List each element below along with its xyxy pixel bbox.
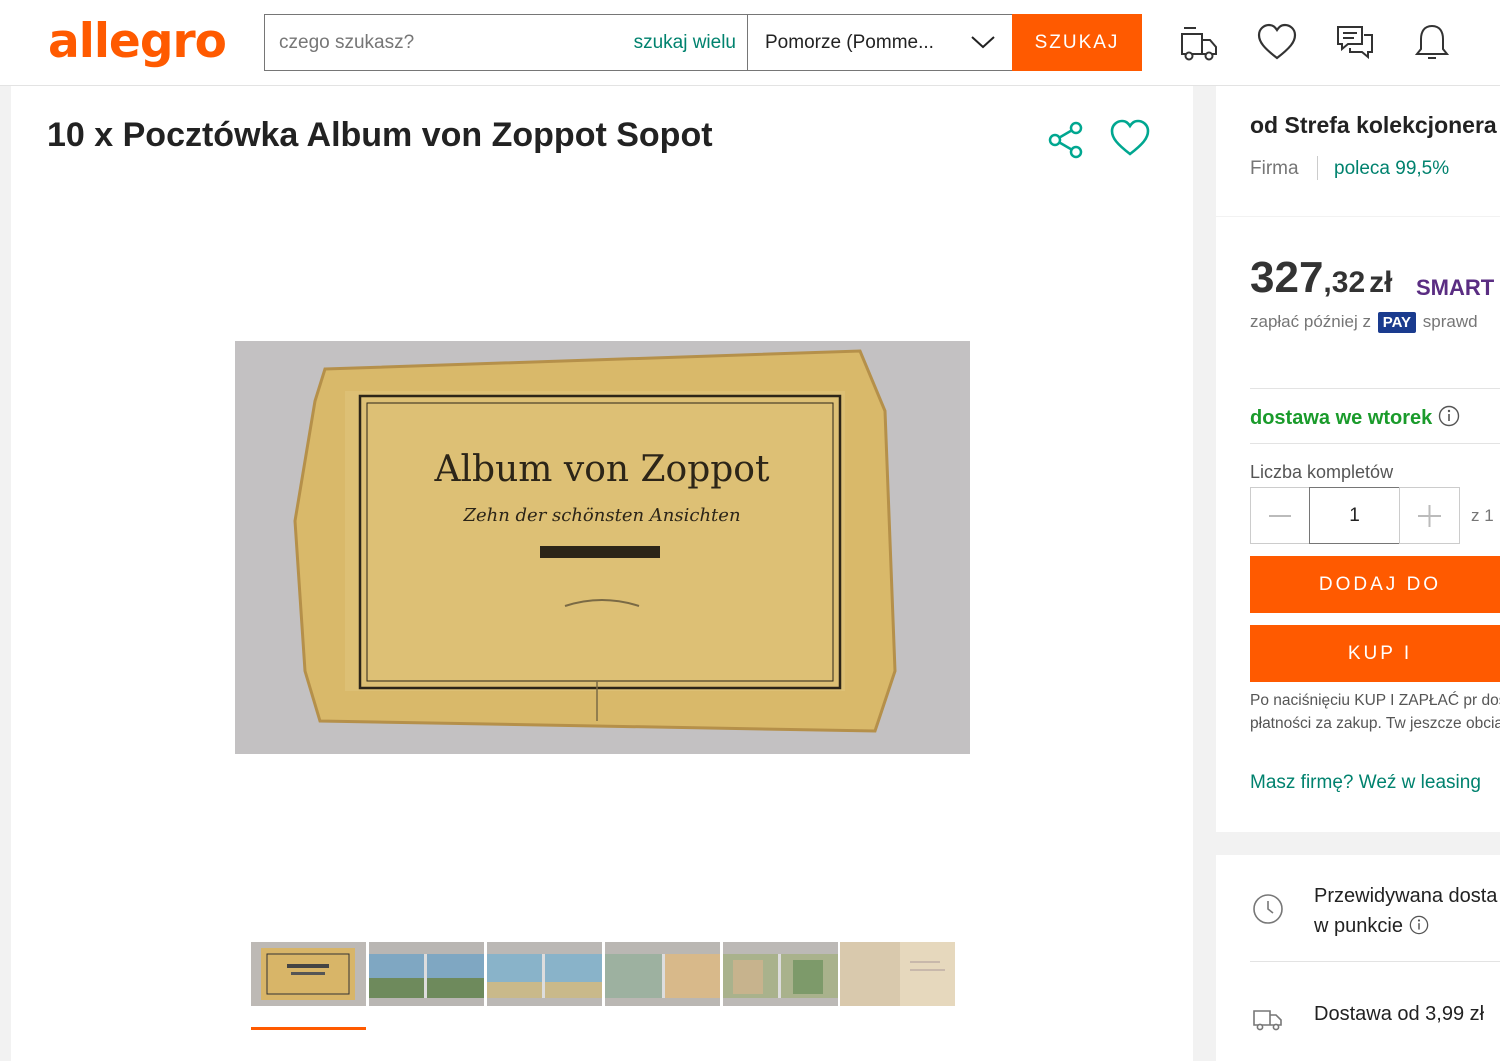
price-currency: zł	[1369, 266, 1393, 299]
seller-name[interactable]: od Strefa kolekcjonera	[1250, 112, 1497, 139]
image-title-text: Album von Zoppot	[434, 449, 770, 490]
region-select[interactable]: Pomorze (Pomme...	[747, 14, 1013, 71]
pay-later-info: zapłać później z PAY sprawd	[1250, 312, 1478, 333]
share-icon[interactable]	[1046, 120, 1086, 160]
image-subtitle-text: Zehn der schönsten Ansichten	[462, 505, 740, 526]
plus-icon	[1418, 505, 1441, 527]
pickup-line-2-text: w punkcie	[1314, 915, 1403, 937]
seller-type: Firma	[1250, 158, 1299, 179]
clock-icon	[1253, 894, 1283, 924]
product-title: 10 x Pocztówka Album von Zoppot Sopot	[47, 116, 713, 154]
heart-icon[interactable]	[1256, 22, 1298, 64]
price-decimal: ,32	[1323, 266, 1366, 299]
chat-icon[interactable]	[1334, 22, 1376, 64]
quantity-input[interactable]: 1	[1309, 487, 1400, 544]
thumbnail-3[interactable]	[487, 942, 602, 1006]
seller-separator	[1317, 156, 1318, 180]
chevron-down-icon	[971, 36, 995, 49]
search-input[interactable]: czego szukasz? szukaj wielu	[264, 14, 748, 71]
divider	[1250, 961, 1500, 962]
top-header: allegro czego szukasz? szukaj wielu Pomo…	[0, 0, 1500, 86]
pay-badge: PAY	[1377, 312, 1417, 333]
legal-notice: Po naciśnięciu KUP I ZAPŁAĆ pr dostawy i…	[1250, 692, 1500, 732]
allegro-logo[interactable]: allegro	[48, 14, 227, 69]
thumbnail-5[interactable]	[723, 942, 838, 1006]
smart-badge[interactable]: SMART	[1416, 275, 1494, 301]
divider	[1250, 443, 1500, 444]
search-many-link[interactable]: szukaj wielu	[634, 32, 736, 54]
thumbnail-2[interactable]	[369, 942, 484, 1006]
seller-card: od Strefa kolekcjonera Firma poleca 99,5…	[1216, 86, 1500, 216]
price-integer: 327	[1250, 253, 1324, 302]
quantity-available: z 1	[1471, 506, 1494, 525]
thumbnail-active-indicator	[251, 1027, 366, 1030]
search-button[interactable]: SZUKAJ	[1012, 14, 1142, 71]
info-icon[interactable]	[1438, 405, 1460, 427]
pickup-line-2: w punkcie	[1314, 911, 1497, 941]
thumbnail-6[interactable]	[840, 942, 955, 1006]
divider	[1250, 388, 1500, 389]
delivery-day-text: dostawa we wtorek	[1250, 407, 1433, 429]
postcard-album-photo: Album von Zoppot Zehn der schönsten Ansi…	[235, 341, 970, 754]
seller-rating-link[interactable]: poleca 99,5%	[1334, 158, 1449, 180]
quantity-increase-button[interactable]	[1399, 487, 1460, 544]
quantity-label: Liczba kompletów	[1250, 462, 1394, 482]
truck-icon	[1253, 1010, 1282, 1031]
pickup-delivery-info: Przewidywana dosta w punkcie	[1314, 881, 1497, 941]
delivery-truck-icon[interactable]	[1178, 22, 1220, 64]
info-icon[interactable]	[1409, 915, 1429, 935]
delivery-from-price[interactable]: Dostawa od 3,99 zł	[1314, 1003, 1484, 1026]
search-placeholder: czego szukasz?	[279, 32, 415, 53]
pay-later-prefix: zapłać później z	[1250, 312, 1371, 331]
pickup-line-1: Przewidywana dosta	[1314, 885, 1498, 907]
product-main-image[interactable]: Album von Zoppot Zehn der schönsten Ansi…	[235, 341, 970, 754]
favorite-heart-icon[interactable]	[1109, 118, 1151, 160]
thumbnail-1[interactable]	[251, 942, 366, 1006]
buy-box: 327,32 zł SMART zapłać później z PAY spra…	[1216, 217, 1500, 832]
pay-later-link[interactable]: sprawd	[1423, 312, 1478, 331]
leasing-link[interactable]: Masz firmę? Weź w leasing	[1250, 772, 1481, 794]
price: 327,32 zł	[1250, 253, 1392, 303]
buy-now-button[interactable]: KUP I	[1250, 625, 1500, 682]
bell-icon[interactable]	[1411, 22, 1453, 64]
region-label: Pomorze (Pomme...	[765, 32, 934, 53]
delivery-day: dostawa we wtorek	[1250, 405, 1460, 430]
delivery-card: Przewidywana dosta w punkcie Dostawa od …	[1216, 855, 1500, 1061]
quantity-decrease-button[interactable]	[1250, 487, 1310, 544]
product-card: 10 x Pocztówka Album von Zoppot Sopot Al…	[11, 86, 1193, 1061]
thumbnail-4[interactable]	[605, 942, 720, 1006]
minus-icon	[1269, 515, 1291, 517]
add-to-cart-button[interactable]: DODAJ DO	[1250, 556, 1500, 613]
